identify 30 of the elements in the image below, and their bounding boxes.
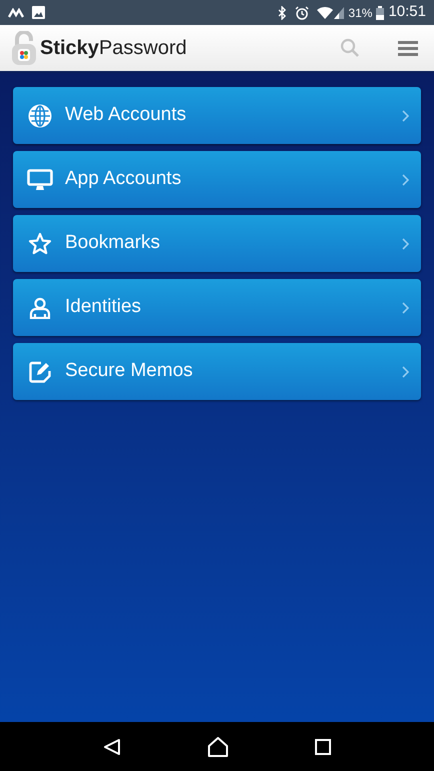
lock-logo-icon: [12, 31, 36, 65]
alarm-icon: [295, 6, 310, 20]
clock: 10:51: [388, 2, 426, 22]
battery-percent: 31%: [348, 4, 372, 22]
wifi-icon: [317, 6, 334, 19]
menu-item[interactable]: Bookmarks: [13, 215, 421, 272]
back-icon[interactable]: [103, 738, 121, 756]
battery-icon: [376, 6, 384, 20]
star-icon: [28, 232, 52, 255]
menu-item[interactable]: App Accounts: [13, 151, 421, 208]
monitor-icon: [27, 168, 53, 190]
chevron-right-icon: [402, 366, 409, 378]
chevron-right-icon: [402, 110, 409, 122]
recents-icon[interactable]: [315, 738, 331, 754]
globe-icon: [28, 104, 52, 128]
image-icon: [32, 6, 45, 19]
app-title: StickyPassword: [40, 36, 187, 61]
home-icon[interactable]: [207, 736, 229, 756]
app-logo-icon: [8, 8, 24, 18]
chevron-right-icon: [402, 302, 409, 314]
menu-item[interactable]: Identities: [13, 279, 421, 336]
signal-icon: [334, 6, 344, 18]
chevron-right-icon: [402, 238, 409, 250]
edit-note-icon: [29, 360, 51, 382]
bluetooth-icon: [278, 6, 288, 20]
menu-item[interactable]: Web Accounts: [13, 87, 421, 144]
chevron-right-icon: [402, 174, 409, 186]
menu-icon[interactable]: [398, 40, 418, 56]
person-icon: [29, 296, 51, 318]
menu-item[interactable]: Secure Memos: [13, 343, 421, 400]
